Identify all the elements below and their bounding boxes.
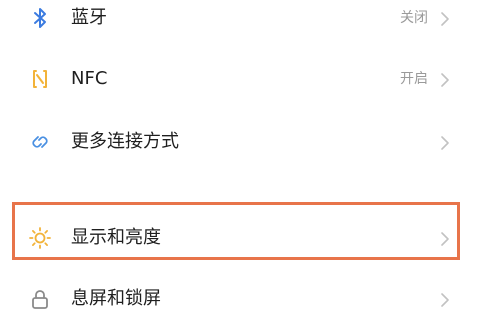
- bluetooth-status: 关闭: [400, 10, 428, 26]
- chevron-right-icon: [440, 73, 450, 87]
- bluetooth-label: 蓝牙: [71, 7, 107, 28]
- nfc-setting-row[interactable]: NFC 开启: [0, 55, 480, 103]
- sun-icon: [28, 226, 52, 250]
- settings-list: 蓝牙 关闭 NFC 开启 更多连接方式 显示和亮度 息屏和锁屏: [0, 0, 480, 309]
- more-connections-row[interactable]: 更多连接方式: [0, 118, 480, 166]
- nfc-icon: [28, 67, 52, 91]
- more-connections-label: 更多连接方式: [71, 131, 179, 152]
- chevron-right-icon: [440, 136, 450, 150]
- lock-screen-label: 息屏和锁屏: [71, 288, 161, 309]
- chevron-right-icon: [440, 12, 450, 26]
- nfc-label: NFC: [71, 68, 108, 89]
- bluetooth-icon: [28, 6, 52, 30]
- lock-icon: [28, 287, 52, 311]
- chevron-right-icon: [440, 232, 450, 246]
- link-icon: [28, 130, 52, 154]
- display-brightness-label: 显示和亮度: [71, 227, 161, 248]
- bluetooth-setting-row[interactable]: 蓝牙 关闭: [0, 0, 480, 42]
- nfc-status: 开启: [400, 71, 428, 87]
- display-brightness-row[interactable]: 显示和亮度: [0, 214, 480, 262]
- lock-screen-row[interactable]: 息屏和锁屏: [0, 275, 480, 323]
- chevron-right-icon: [440, 293, 450, 307]
